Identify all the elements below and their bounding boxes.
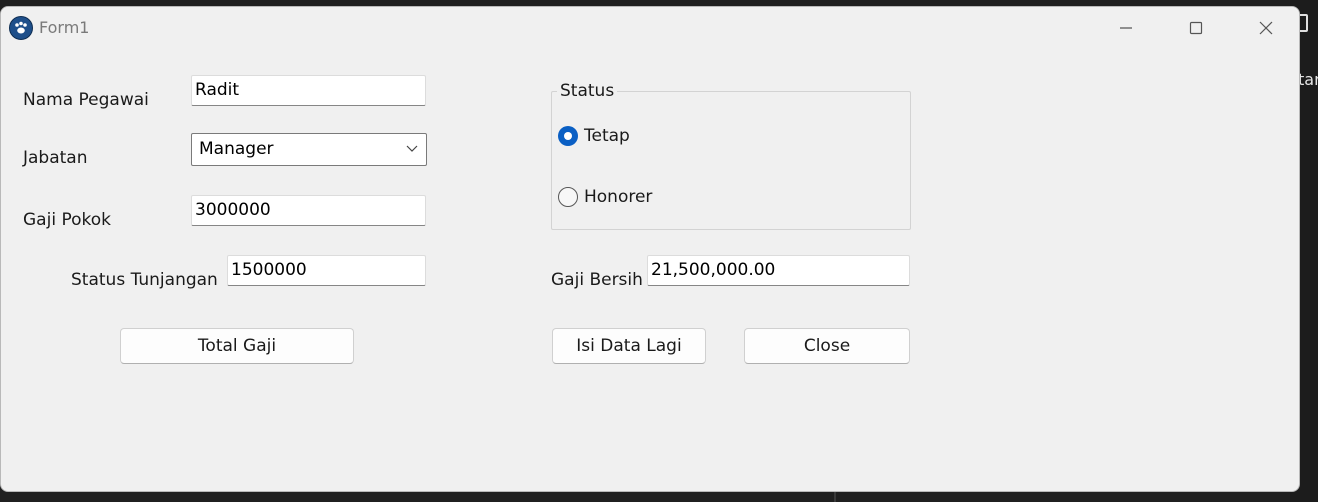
close-button[interactable]: Close	[744, 328, 910, 364]
maximize-button[interactable]	[1161, 7, 1231, 49]
radio-selected-icon	[558, 126, 578, 146]
jabatan-label: Jabatan	[23, 148, 88, 168]
close-icon	[1259, 21, 1273, 35]
radio-honorer[interactable]: Honorer	[558, 187, 652, 207]
status-tunjangan-label: Status Tunjangan	[71, 270, 218, 290]
status-tunjangan-field[interactable]: 1500000	[227, 255, 426, 286]
radio-unselected-icon	[558, 187, 578, 207]
background-text: tar	[1298, 70, 1318, 89]
title-bar[interactable]: Form1	[1, 7, 1299, 49]
form-window: Form1 Nama Pegawai Radit Jabatan Manager…	[0, 6, 1300, 492]
status-group-title: Status	[557, 81, 618, 101]
window-title: Form1	[39, 18, 90, 37]
minimize-icon	[1120, 27, 1132, 29]
background-divider	[834, 492, 836, 502]
gaji-bersih-field[interactable]: 21,500,000.00	[647, 255, 910, 286]
minimize-button[interactable]	[1091, 7, 1161, 49]
maximize-icon	[1189, 21, 1203, 35]
nama-pegawai-label: Nama Pegawai	[23, 90, 149, 110]
radio-honorer-label: Honorer	[584, 187, 653, 207]
paw-app-icon	[9, 16, 33, 40]
nama-pegawai-field[interactable]: Radit	[191, 75, 426, 106]
jabatan-selected-value: Manager	[199, 139, 274, 159]
total-gaji-button[interactable]: Total Gaji	[120, 328, 354, 364]
isi-data-lagi-button[interactable]: Isi Data Lagi	[552, 328, 706, 364]
radio-tetap[interactable]: Tetap	[558, 126, 630, 146]
gaji-pokok-field[interactable]: 3000000	[191, 195, 426, 226]
close-window-button[interactable]	[1231, 7, 1299, 49]
radio-tetap-label: Tetap	[584, 126, 630, 146]
chevron-down-icon	[406, 145, 418, 152]
jabatan-dropdown[interactable]: Manager	[191, 133, 427, 166]
gaji-bersih-label: Gaji Bersih	[551, 270, 643, 290]
status-groupbox	[551, 91, 911, 230]
gaji-pokok-label: Gaji Pokok	[23, 210, 111, 230]
